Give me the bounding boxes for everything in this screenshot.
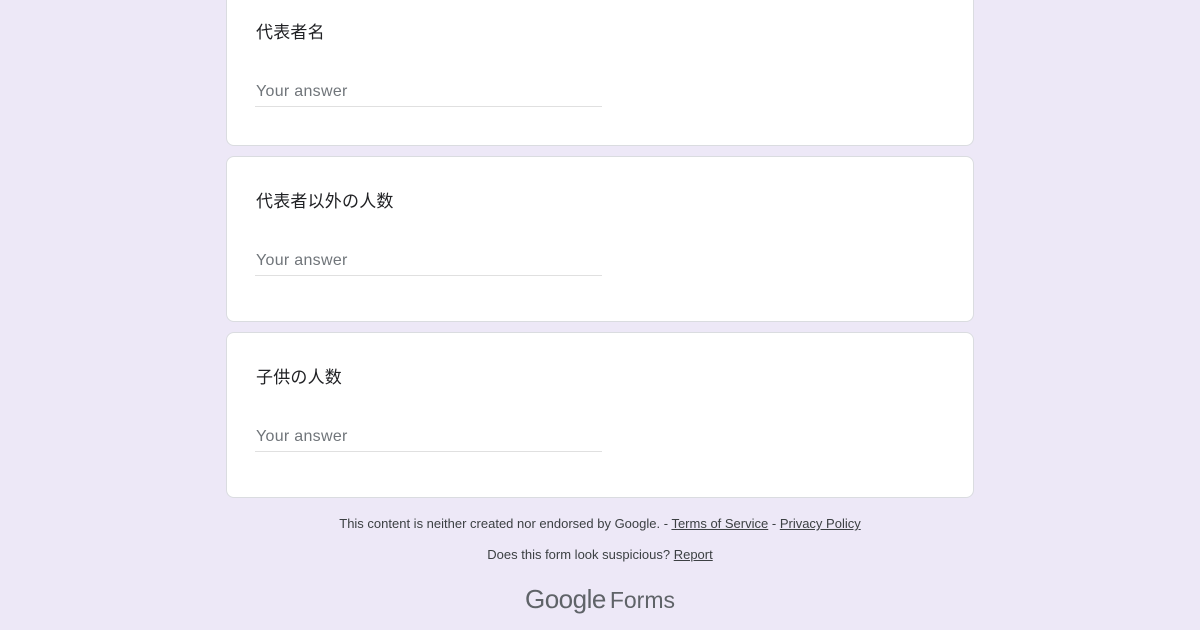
footer-suspicious: Does this form look suspicious? Report [0, 547, 1200, 562]
privacy-policy-link[interactable]: Privacy Policy [780, 516, 861, 531]
google-wordmark: Google [524, 584, 606, 614]
question-card-other-people-count: 代表者以外の人数 [226, 156, 974, 322]
answer-input-other-people-count[interactable] [255, 249, 602, 276]
form-questions: 代表者名 代表者以外の人数 子供の人数 [226, 0, 974, 508]
footer-disclaimer: This content is neither created nor endo… [0, 516, 1200, 531]
question-title: 子供の人数 [256, 368, 342, 388]
terms-of-service-link[interactable]: Terms of Service [671, 516, 768, 531]
footer-separator: - [660, 516, 672, 531]
footer-separator: - [768, 516, 780, 531]
question-title: 代表者名 [256, 23, 325, 43]
question-title: 代表者以外の人数 [256, 192, 394, 212]
forms-wordmark: Forms [609, 587, 675, 613]
answer-input-representative-name[interactable] [255, 80, 602, 107]
disclaimer-text: This content is neither created nor endo… [339, 516, 661, 531]
question-card-representative-name: 代表者名 [226, 0, 974, 146]
answer-input-children-count[interactable] [255, 425, 602, 452]
suspicious-text: Does this form look suspicious? [487, 547, 671, 562]
google-forms-logo[interactable]: Google Forms [0, 586, 1200, 612]
question-card-children-count: 子供の人数 [226, 332, 974, 498]
report-link[interactable]: Report [674, 547, 713, 562]
